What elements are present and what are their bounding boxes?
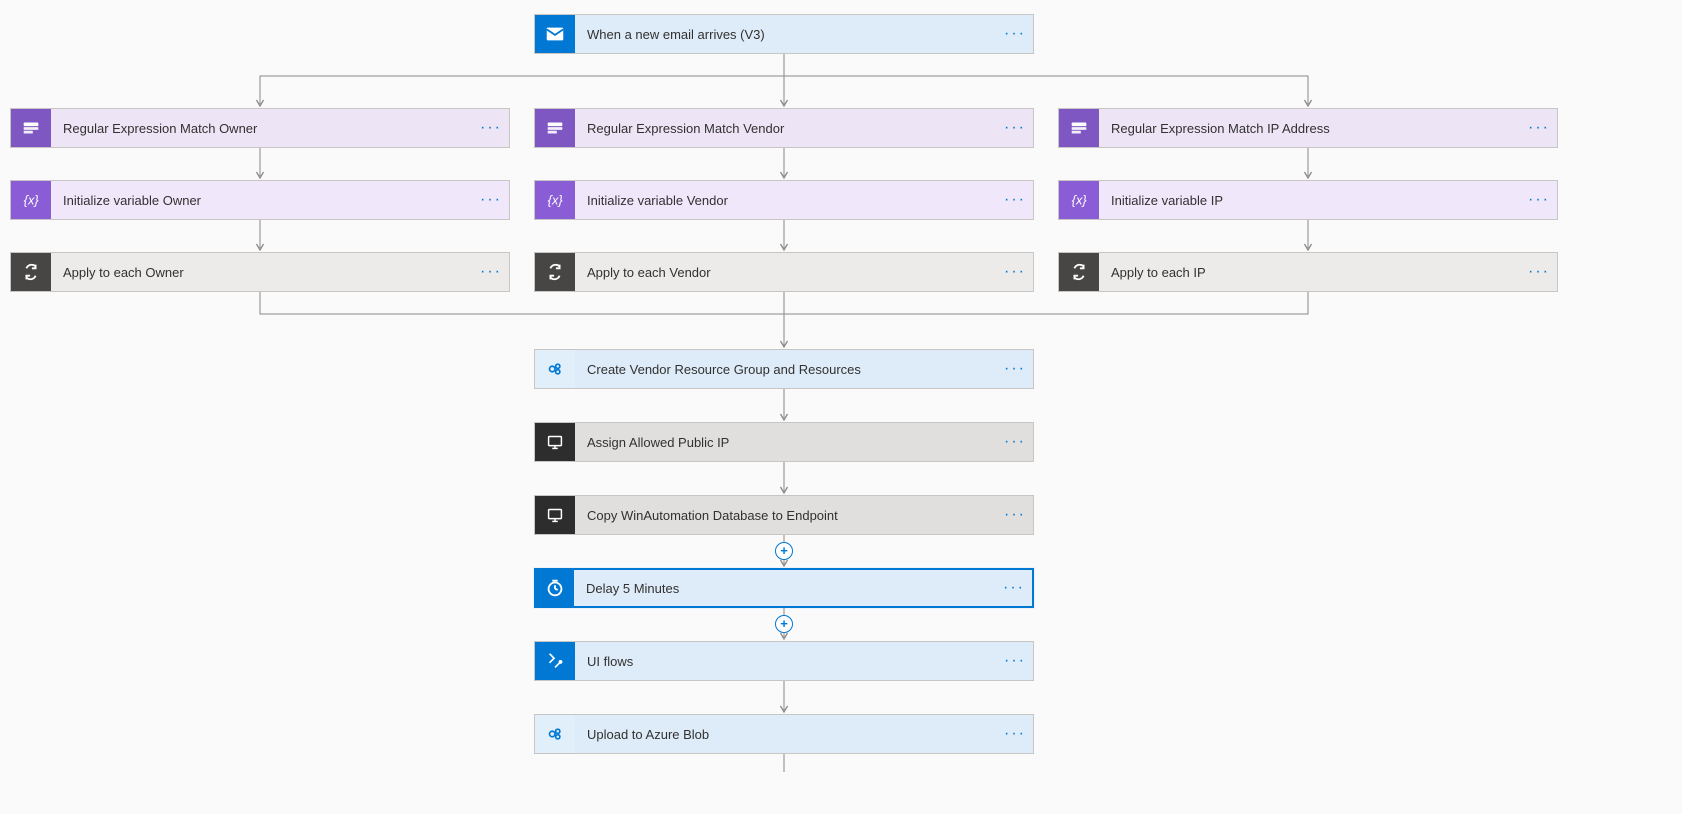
init-vendor-label: Initialize variable Vendor	[575, 193, 1003, 208]
regex-icon	[535, 109, 575, 147]
copy-db-label: Copy WinAutomation Database to Endpoint	[575, 508, 1003, 523]
delay-label: Delay 5 Minutes	[574, 581, 1002, 596]
regex-owner-card[interactable]: Regular Expression Match Owner ···	[10, 108, 510, 148]
assign-ip-label: Assign Allowed Public IP	[575, 435, 1003, 450]
apply-vendor-label: Apply to each Vendor	[575, 265, 1003, 280]
regex-owner-menu[interactable]: ···	[479, 119, 509, 137]
outlook-icon	[535, 15, 575, 53]
init-ip-card[interactable]: {x} Initialize variable IP ···	[1058, 180, 1558, 220]
upload-blob-label: Upload to Azure Blob	[575, 727, 1003, 742]
copy-db-card[interactable]: Copy WinAutomation Database to Endpoint …	[534, 495, 1034, 535]
add-step-button[interactable]: +	[775, 615, 793, 633]
apply-ip-card[interactable]: Apply to each IP ···	[1058, 252, 1558, 292]
regex-vendor-menu[interactable]: ···	[1003, 119, 1033, 137]
trigger-menu[interactable]: ···	[1003, 25, 1033, 43]
upload-blob-card[interactable]: Upload to Azure Blob ···	[534, 714, 1034, 754]
upload-blob-menu[interactable]: ···	[1003, 725, 1033, 743]
init-owner-label: Initialize variable Owner	[51, 193, 479, 208]
regex-icon	[1059, 109, 1099, 147]
uiflows-label: UI flows	[575, 654, 1003, 669]
loop-icon	[1059, 253, 1099, 291]
ui-flows-icon	[535, 642, 575, 680]
uiflows-menu[interactable]: ···	[1003, 652, 1033, 670]
variable-icon: {x}	[535, 181, 575, 219]
init-ip-label: Initialize variable IP	[1099, 193, 1527, 208]
apply-vendor-menu[interactable]: ···	[1003, 263, 1033, 281]
create-resource-menu[interactable]: ···	[1003, 360, 1033, 378]
assign-ip-menu[interactable]: ···	[1003, 433, 1033, 451]
regex-icon	[11, 109, 51, 147]
apply-ip-label: Apply to each IP	[1099, 265, 1527, 280]
copy-db-menu[interactable]: ···	[1003, 506, 1033, 524]
apply-ip-menu[interactable]: ···	[1527, 263, 1557, 281]
assign-ip-card[interactable]: Assign Allowed Public IP ···	[534, 422, 1034, 462]
init-vendor-menu[interactable]: ···	[1003, 191, 1033, 209]
add-step-button[interactable]: +	[775, 542, 793, 560]
delay-card[interactable]: Delay 5 Minutes ···	[534, 568, 1034, 608]
apply-vendor-card[interactable]: Apply to each Vendor ···	[534, 252, 1034, 292]
runbook-icon	[535, 423, 575, 461]
trigger-label: When a new email arrives (V3)	[575, 27, 1003, 42]
variable-icon: {x}	[1059, 181, 1099, 219]
apply-owner-card[interactable]: Apply to each Owner ···	[10, 252, 510, 292]
azure-icon	[535, 715, 575, 753]
clock-icon	[536, 570, 574, 606]
azure-icon	[535, 350, 575, 388]
svg-text:{x}: {x}	[1072, 193, 1088, 208]
trigger-email-card[interactable]: When a new email arrives (V3) ···	[534, 14, 1034, 54]
apply-owner-menu[interactable]: ···	[479, 263, 509, 281]
loop-icon	[535, 253, 575, 291]
init-vendor-card[interactable]: {x} Initialize variable Vendor ···	[534, 180, 1034, 220]
init-owner-card[interactable]: {x} Initialize variable Owner ···	[10, 180, 510, 220]
apply-owner-label: Apply to each Owner	[51, 265, 479, 280]
regex-ip-menu[interactable]: ···	[1527, 119, 1557, 137]
regex-vendor-card[interactable]: Regular Expression Match Vendor ···	[534, 108, 1034, 148]
regex-vendor-label: Regular Expression Match Vendor	[575, 121, 1003, 136]
loop-icon	[11, 253, 51, 291]
svg-text:{x}: {x}	[548, 193, 564, 208]
init-ip-menu[interactable]: ···	[1527, 191, 1557, 209]
create-resource-label: Create Vendor Resource Group and Resourc…	[575, 362, 1003, 377]
create-resource-card[interactable]: Create Vendor Resource Group and Resourc…	[534, 349, 1034, 389]
svg-text:{x}: {x}	[24, 193, 40, 208]
regex-ip-label: Regular Expression Match IP Address	[1099, 121, 1527, 136]
uiflows-card[interactable]: UI flows ···	[534, 641, 1034, 681]
regex-owner-label: Regular Expression Match Owner	[51, 121, 479, 136]
regex-ip-card[interactable]: Regular Expression Match IP Address ···	[1058, 108, 1558, 148]
runbook-icon	[535, 496, 575, 534]
delay-menu[interactable]: ···	[1002, 579, 1032, 597]
variable-icon: {x}	[11, 181, 51, 219]
init-owner-menu[interactable]: ···	[479, 191, 509, 209]
